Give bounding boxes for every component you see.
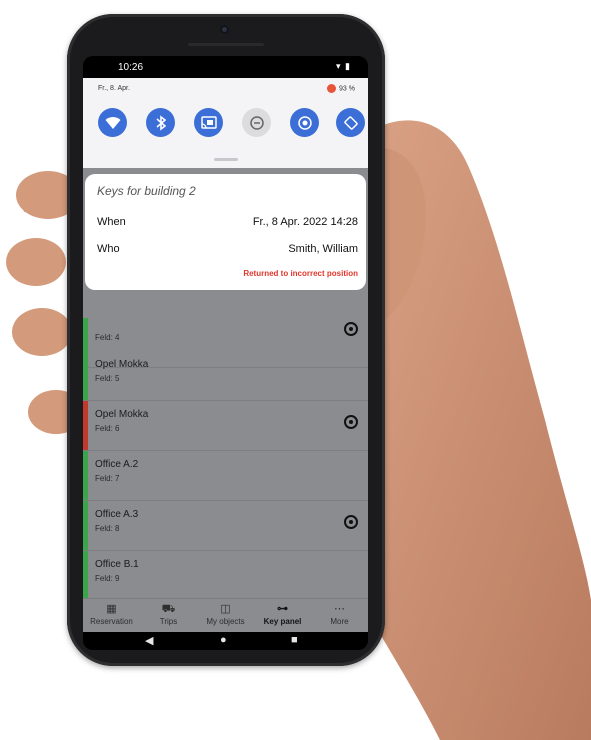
battery-saver-icon xyxy=(327,84,337,93)
status-bar-indicator xyxy=(83,351,88,400)
list-item-field: Feld: 4 xyxy=(95,333,120,342)
battery-level: 93 % xyxy=(339,85,355,93)
objects-icon: ◫ xyxy=(220,603,231,615)
nav-trips[interactable]: ⛟ Trips xyxy=(140,601,197,633)
list-item[interactable]: Office B.1 Feld: 9 xyxy=(83,551,368,601)
list-item-name: Opel Mokka xyxy=(95,409,149,420)
qs-battery: 93 % xyxy=(327,84,355,93)
list-item[interactable]: Opel Mokka Feld: 5 xyxy=(83,351,368,401)
notification-title: Keys for building 2 xyxy=(97,184,196,198)
status-bar-indicator xyxy=(83,501,88,550)
list-item-field: Feld: 6 xyxy=(95,424,120,433)
nav-more[interactable]: ⋯ More xyxy=(311,601,368,633)
radio-icon[interactable] xyxy=(344,322,358,336)
list-item-field: Feld: 9 xyxy=(95,574,120,583)
list-item-name: Office A.3 xyxy=(95,509,139,520)
nav-label: More xyxy=(330,617,349,626)
more-icon: ⋯ xyxy=(334,603,345,615)
cast-icon[interactable] xyxy=(194,108,223,137)
when-label: When xyxy=(97,216,126,228)
who-label: Who xyxy=(97,243,120,255)
radio-icon[interactable] xyxy=(344,415,358,429)
system-navigation: ◀ ● ■ xyxy=(83,632,368,650)
list-item-name: Office A.2 xyxy=(95,459,139,470)
list-item-field: Feld: 7 xyxy=(95,474,120,483)
front-camera xyxy=(220,25,229,34)
recents-icon[interactable]: ■ xyxy=(291,634,298,646)
quick-settings-panel: Fr., 8. Apr. 93 % xyxy=(83,78,368,168)
status-time: 10:26 xyxy=(118,62,144,73)
list-item-name: Opel Mokka xyxy=(95,359,149,370)
nav-label: Trips xyxy=(159,617,178,626)
status-bar-indicator xyxy=(83,401,88,450)
reservation-icon: ▦ xyxy=(106,603,117,615)
list-item[interactable]: Office A.2 Feld: 7 xyxy=(83,451,368,501)
key-icon: ⊶ xyxy=(277,603,288,615)
qs-date: Fr., 8. Apr. xyxy=(98,85,130,92)
list-item[interactable]: Opel Mokka Feld: 6 xyxy=(83,401,368,451)
list-item-name: Office B.1 xyxy=(95,559,139,570)
nav-my-objects[interactable]: ◫ My objects xyxy=(197,601,254,633)
smartphone: 10:26 ▾ ▮ Feld: 4 Opel Mokka Feld: 5 Ope… xyxy=(67,14,385,666)
status-bar: 10:26 ▾ ▮ xyxy=(83,56,368,78)
drag-handle[interactable] xyxy=(214,158,238,161)
bluetooth-icon[interactable] xyxy=(146,108,175,137)
do-not-disturb-icon[interactable] xyxy=(242,108,271,137)
list-item-field: Feld: 5 xyxy=(95,374,120,383)
nav-label: Key panel xyxy=(263,617,302,626)
wifi-icon[interactable] xyxy=(98,108,127,137)
list-item-field: Feld: 8 xyxy=(95,524,120,533)
back-icon[interactable]: ◀ xyxy=(145,634,153,647)
status-icons: ▾ ▮ xyxy=(336,61,351,71)
notification-status: Returned to incorrect position xyxy=(243,269,358,278)
who-value: Smith, William xyxy=(288,243,358,255)
key-notification-card[interactable]: Keys for building 2 When Fr., 8 Apr. 202… xyxy=(85,174,366,290)
nav-label: My objects xyxy=(206,617,245,626)
earpiece-speaker xyxy=(188,43,264,46)
nav-label: Reservation xyxy=(90,617,133,626)
list-item[interactable]: Office A.3 Feld: 8 xyxy=(83,501,368,551)
auto-rotate-icon[interactable] xyxy=(336,108,365,137)
nav-key-panel[interactable]: ⊶ Key panel xyxy=(254,601,311,633)
radio-icon[interactable] xyxy=(344,515,358,529)
phone-screen: 10:26 ▾ ▮ Feld: 4 Opel Mokka Feld: 5 Ope… xyxy=(83,56,368,650)
when-value: Fr., 8 Apr. 2022 14:28 xyxy=(252,216,358,228)
status-bar-indicator xyxy=(83,551,88,600)
bottom-navigation: ▦ Reservation ⛟ Trips ◫ My objects ⊶ Key… xyxy=(83,598,368,633)
status-bar-indicator xyxy=(83,451,88,500)
trips-icon: ⛟ xyxy=(161,603,176,615)
home-icon[interactable]: ● xyxy=(220,634,227,646)
nav-reservation[interactable]: ▦ Reservation xyxy=(83,601,140,633)
location-icon[interactable] xyxy=(290,108,319,137)
